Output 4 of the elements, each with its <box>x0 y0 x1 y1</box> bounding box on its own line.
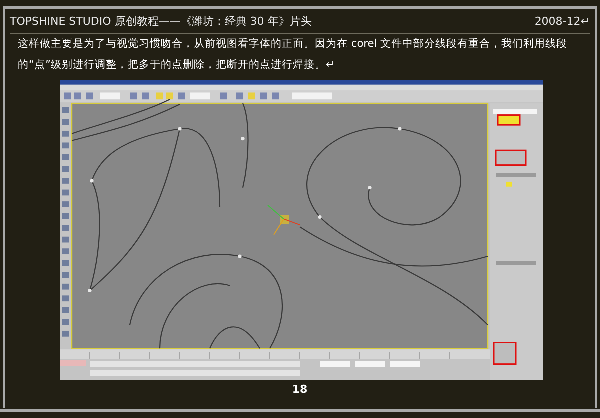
header-date: 2008-12↵ <box>534 14 590 30</box>
paragraph: 这样做主要是为了与视觉习惯吻合，从前视图看字体的正面。因为在 corel 文件中部分线段有重合，我们利用线段的“点”级别进行调整，把多于的点删除，把断开的点进行焊接。↵ <box>17 36 569 72</box>
page-header-title: TOPSHINE STUDIO 原创教程——《潍坊：经典 30 年》片头 <box>10 14 312 30</box>
page-number: 18 <box>292 382 308 398</box>
